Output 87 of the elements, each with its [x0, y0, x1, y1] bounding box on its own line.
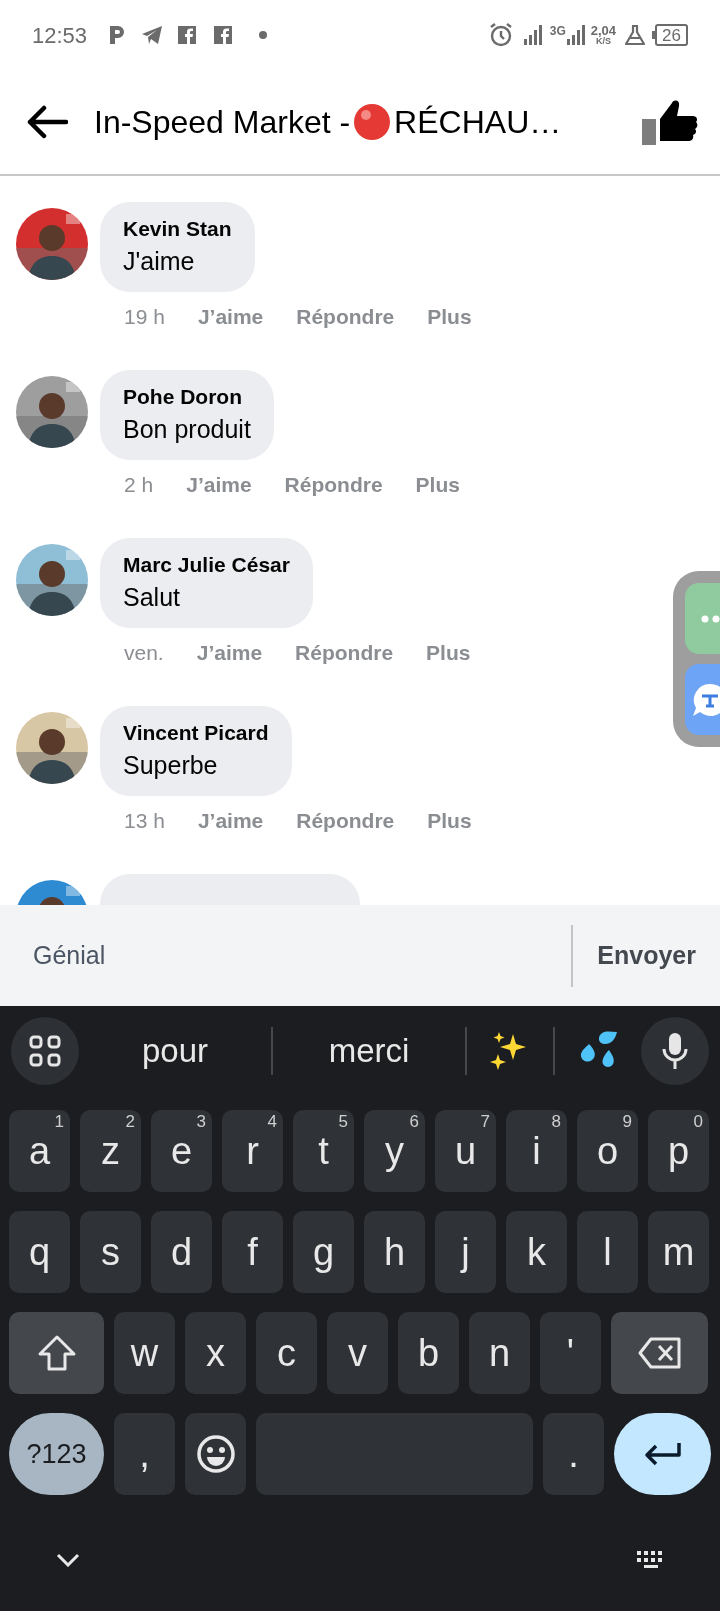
battery-indicator: 26: [655, 24, 688, 46]
commenter-name: Pohe Doron: [123, 384, 243, 410]
paper-plane-icon: [141, 25, 164, 45]
page-title: RÉCHAU…: [394, 103, 562, 142]
comment-text: Salut: [123, 582, 181, 613]
shift-key[interactable]: [9, 1312, 104, 1394]
key-hint: 6: [409, 1113, 419, 1130]
emoji-key[interactable]: [185, 1413, 246, 1495]
commenter-name: Marc Julie César: [123, 552, 290, 578]
keyboard-key[interactable]: y 6: [364, 1110, 425, 1192]
speed-unit: K/S: [595, 37, 611, 46]
key-hint: 1: [54, 1113, 64, 1130]
facebook-icon: [177, 25, 198, 45]
facebook-icon: [213, 25, 234, 45]
key-hint: 5: [338, 1113, 348, 1130]
chevron-down-icon: [56, 1553, 80, 1567]
keyboard-key[interactable]: s: [80, 1211, 141, 1293]
comment-text: Bon produit: [123, 414, 251, 445]
microphone-icon: [661, 1032, 689, 1070]
send-button[interactable]: Envoyer: [573, 905, 720, 1006]
keyboard-key[interactable]: d: [151, 1211, 212, 1293]
keyboard-key[interactable]: e 3: [151, 1110, 212, 1192]
clock: 12:53: [32, 21, 88, 50]
keyboard-key[interactable]: k: [506, 1211, 567, 1293]
circle-emoji-icon: [352, 102, 393, 142]
dot-icon: [259, 31, 268, 39]
keyboard-key[interactable]: v: [327, 1312, 388, 1394]
comment-input-field[interactable]: Génial: [0, 905, 572, 1006]
shift-icon: [36, 1334, 77, 1372]
keyboard-key[interactable]: z 2: [80, 1110, 141, 1192]
backspace-icon: [637, 1337, 682, 1369]
keyboard-key[interactable]: o 9: [577, 1110, 638, 1192]
comment-time: 13 h: [124, 808, 165, 834]
keyboard-key[interactable]: q: [9, 1211, 70, 1293]
keyboard-key[interactable]: i 8: [506, 1110, 567, 1192]
key-hint: 4: [267, 1113, 277, 1130]
page-title: In-Speed Market -: [94, 103, 351, 142]
keyboard-key[interactable]: j: [435, 1211, 496, 1293]
keyboard-key[interactable]: t 5: [293, 1110, 354, 1192]
suggestion-chip[interactable]: merci: [273, 1026, 465, 1076]
hide-keyboard-button[interactable]: [56, 1553, 80, 1567]
backspace-key[interactable]: [611, 1312, 708, 1394]
keyboard-key[interactable]: b: [398, 1312, 459, 1394]
commenter-name: Kevin Stan: [123, 216, 232, 242]
key-hint: 0: [693, 1113, 703, 1130]
key-hint: 3: [196, 1113, 206, 1130]
bubble-app-button[interactable]: [685, 583, 720, 654]
keyboard-key[interactable]: ,: [114, 1413, 175, 1495]
symbols-key[interactable]: ?123: [9, 1413, 104, 1495]
keyboard-key[interactable]: p 0: [648, 1110, 709, 1192]
enter-icon: [642, 1441, 683, 1467]
keyboard-key[interactable]: f: [222, 1211, 283, 1293]
smiley-icon: [195, 1434, 236, 1474]
comment-time: ven.: [124, 640, 164, 666]
comment-time: 19 h: [124, 304, 165, 330]
keyboard-key[interactable]: r 4: [222, 1110, 283, 1192]
commenter-name: Vincent Picard: [123, 720, 269, 746]
key-hint: 7: [480, 1113, 490, 1130]
key-hint: 2: [125, 1113, 135, 1130]
keyboard-key[interactable]: g: [293, 1211, 354, 1293]
comment-time: 2 h: [124, 472, 154, 498]
network-speed: 2,04: [590, 24, 617, 37]
flask-icon: [624, 24, 647, 46]
translate-app-button[interactable]: [685, 664, 720, 735]
keyboard-key[interactable]: m: [648, 1211, 709, 1293]
keyboard-key[interactable]: u 7: [435, 1110, 496, 1192]
keyboard-key[interactable]: x: [185, 1312, 246, 1394]
signal-icon: [566, 25, 585, 45]
grid-icon: [28, 1034, 62, 1068]
signal-icon: [523, 25, 542, 45]
keyboard-key[interactable]: a 1: [9, 1110, 70, 1192]
keyboard-key[interactable]: ': [540, 1312, 601, 1394]
keyboard-key[interactable]: n: [469, 1312, 530, 1394]
comment-text: Superbe: [123, 750, 219, 781]
key-hint: 9: [622, 1113, 632, 1130]
dots-icon: [701, 614, 720, 623]
back-arrow-icon: [26, 105, 68, 139]
keyboard-key[interactable]: c: [256, 1312, 317, 1394]
keyboard-key[interactable]: w: [114, 1312, 175, 1394]
key-hint: 8: [551, 1113, 561, 1130]
suggestion-chip[interactable]: pour: [79, 1026, 271, 1076]
back-button[interactable]: [26, 105, 68, 139]
network-type: 3G: [549, 25, 566, 37]
keyboard-key[interactable]: h: [364, 1211, 425, 1293]
comment-text: J'aime: [123, 246, 196, 277]
keyboard-key[interactable]: l: [577, 1211, 638, 1293]
keyboard-key[interactable]: .: [543, 1413, 604, 1495]
